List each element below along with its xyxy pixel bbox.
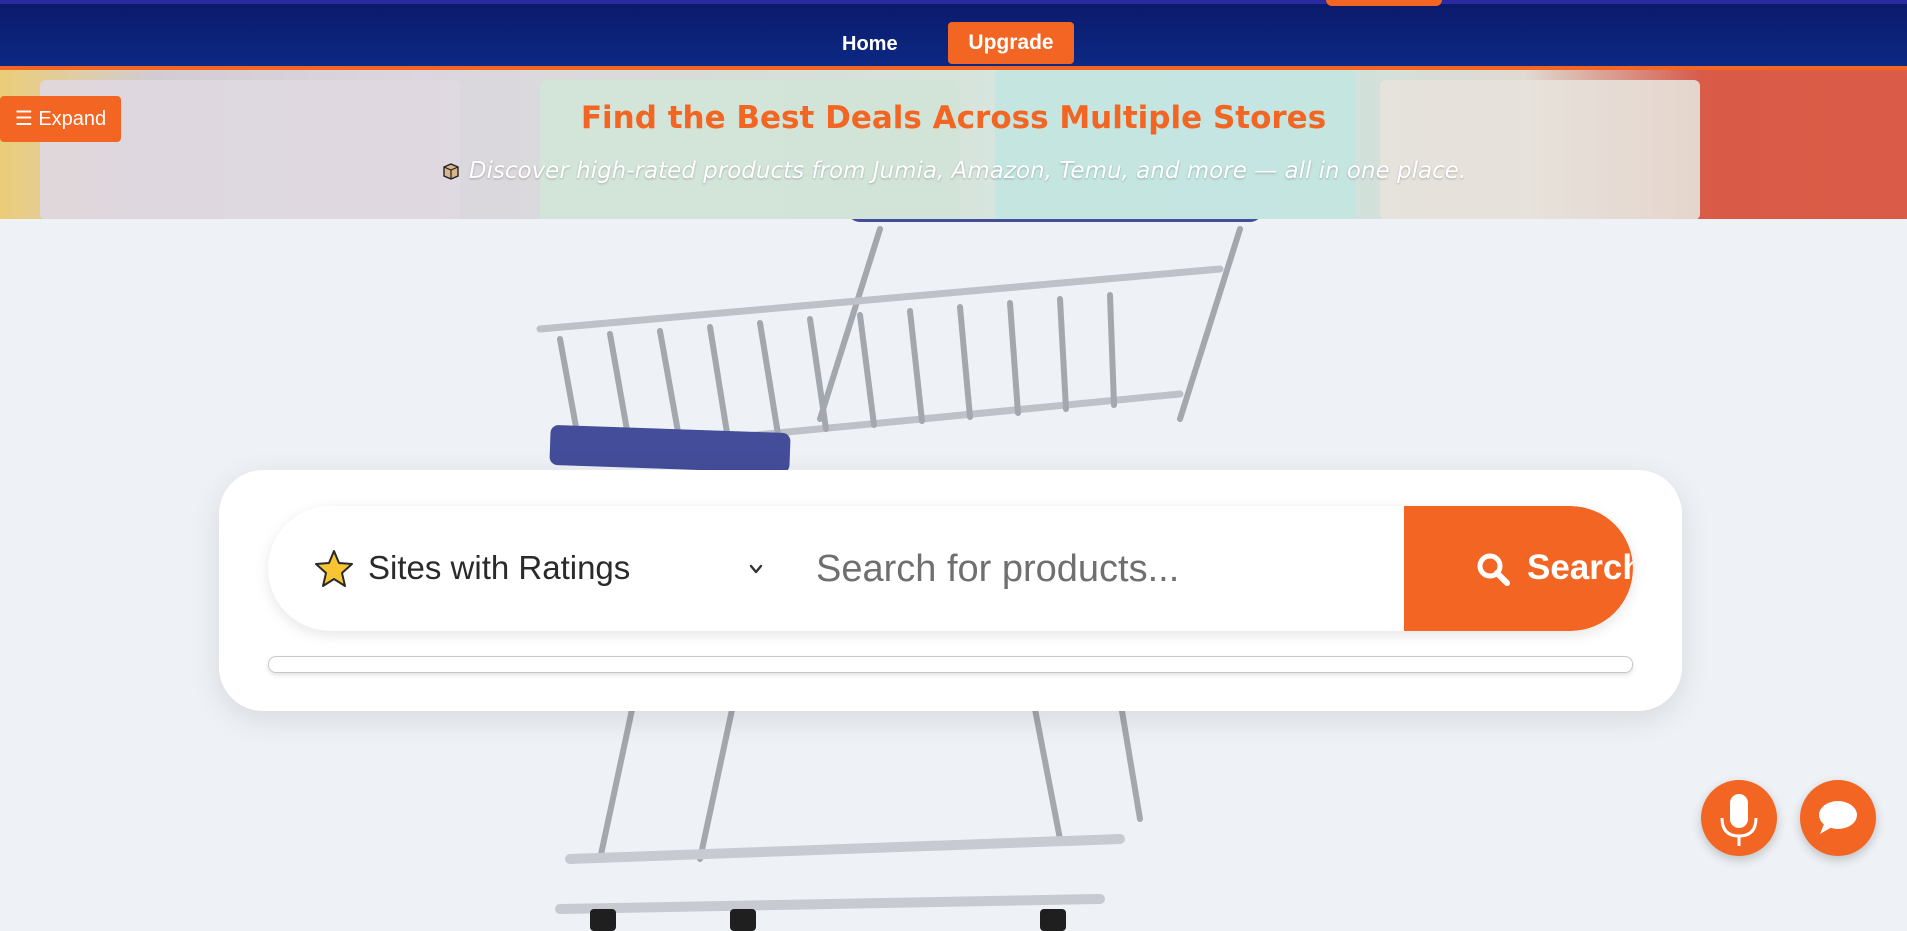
expand-sidebar-button[interactable]: ☰ Expand xyxy=(0,96,121,142)
search-results-bar xyxy=(268,656,1633,673)
microphone-icon xyxy=(1720,794,1758,846)
search-input[interactable] xyxy=(814,528,1378,610)
hero-banner xyxy=(0,70,1907,219)
search-bar: Sites with Ratings Search xyxy=(268,506,1633,631)
voice-search-button[interactable] xyxy=(1701,780,1777,856)
nav-home-link[interactable]: Home xyxy=(836,28,904,60)
site-filter-label: Sites with Ratings xyxy=(368,549,631,586)
chat-button[interactable] xyxy=(1800,780,1876,856)
search-card: Sites with Ratings Search xyxy=(219,470,1682,711)
hero-title: Find the Best Deals Across Multiple Stor… xyxy=(580,100,1327,136)
search-button-label: Search xyxy=(1527,548,1633,587)
chevron-down-icon xyxy=(749,564,763,574)
site-filter-select[interactable]: Sites with Ratings xyxy=(268,506,802,631)
hero-subtitle: Discover high-rated products from Jumia,… xyxy=(468,158,1467,184)
star-icon xyxy=(315,550,353,587)
banner-overlay xyxy=(0,70,1907,219)
top-nav-bar: Home Upgrade xyxy=(0,0,1907,70)
page: Home Upgrade ☰ Expand Find the Best Deal… xyxy=(0,0,1907,931)
nav-upgrade-button[interactable]: Upgrade xyxy=(948,22,1074,64)
nav-accent-strip xyxy=(1326,0,1442,6)
chat-bubble-icon xyxy=(1819,801,1857,834)
search-icon xyxy=(1477,553,1510,586)
hero-subtitle-row: Discover high-rated products from Jumia,… xyxy=(0,158,1907,184)
box-icon xyxy=(443,163,459,180)
search-button[interactable]: Search xyxy=(1404,506,1633,631)
